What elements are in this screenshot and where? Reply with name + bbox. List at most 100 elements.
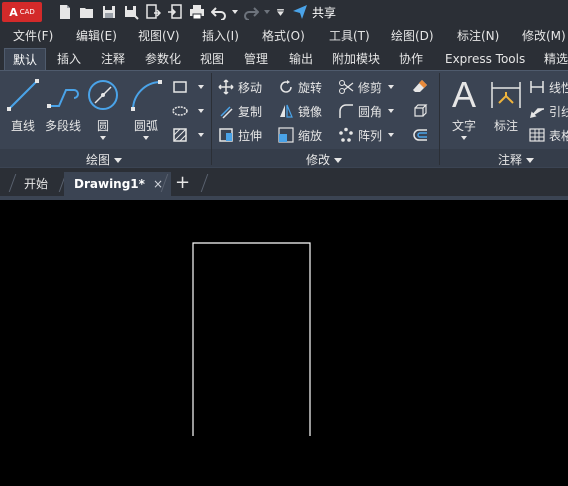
modify-panel-title[interactable]: 修改 <box>306 151 343 168</box>
annotation-panel-title[interactable]: 注释 <box>498 151 535 168</box>
table-icon <box>529 128 545 142</box>
draw-panel-title[interactable]: 绘图 <box>86 151 123 168</box>
rotate-icon <box>280 80 292 93</box>
menu-edit[interactable]: 编辑(E) <box>76 27 117 44</box>
logo-letter: A <box>9 5 18 19</box>
line-label: 直线 <box>10 119 35 133</box>
arc-dropdown-icon[interactable] <box>143 136 149 140</box>
tab-output[interactable]: 输出 <box>281 48 321 70</box>
save-icon[interactable] <box>98 2 120 22</box>
logo-sub: CAD <box>19 8 35 16</box>
drawing-canvas[interactable] <box>0 200 568 486</box>
tab-featured[interactable]: 精选 <box>536 48 568 70</box>
menu-draw[interactable]: 绘图(D) <box>391 27 434 44</box>
drawn-polyline[interactable] <box>192 242 311 436</box>
share-button[interactable]: 共享 <box>292 4 336 21</box>
app-logo[interactable]: A CAD <box>2 2 42 22</box>
leader-icon <box>529 108 544 119</box>
text-label: 文字 <box>451 119 476 133</box>
linear-dimension-tool[interactable]: 线性 <box>529 77 568 97</box>
copy-icon <box>220 106 233 119</box>
tab-collaborate[interactable]: 协作 <box>391 48 431 70</box>
arc-icon <box>131 80 162 111</box>
ribbon-panel: 直线 多段线 圆 圆弧 绘图 移动 复制 拉伸 旋转 镜像 缩放 修剪 圆角 阵… <box>0 70 568 168</box>
array-tool[interactable]: 阵列 <box>338 125 395 145</box>
menu-file[interactable]: 文件(F) <box>13 27 53 44</box>
line-icon <box>7 79 39 111</box>
rectangle-tool[interactable] <box>172 77 204 97</box>
drawing-svg <box>192 242 311 436</box>
fillet-tool[interactable]: 圆角 <box>338 101 395 121</box>
menu-dimension[interactable]: 标注(N) <box>457 27 499 44</box>
text-a-icon: A <box>451 74 476 115</box>
tab-divider <box>200 174 209 192</box>
move-icon <box>218 79 234 95</box>
linear-dimension-icon <box>530 81 544 93</box>
drawing-tab[interactable]: Drawing1* × <box>64 172 171 196</box>
tab-parametric[interactable]: 参数化 <box>137 48 189 70</box>
export-icon[interactable] <box>142 2 164 22</box>
dimension-icon <box>491 82 521 108</box>
polyline-label: 多段线 <box>44 119 81 133</box>
arc-label: 圆弧 <box>133 119 158 133</box>
stretch-icon <box>219 128 233 142</box>
import-icon[interactable] <box>164 2 186 22</box>
copy-tool[interactable]: 复制 <box>218 101 262 121</box>
offset-icon <box>413 129 427 141</box>
tab-insert[interactable]: 插入 <box>49 48 89 70</box>
menu-modify[interactable]: 修改(M) <box>522 27 566 44</box>
start-tab[interactable]: 开始 <box>24 172 48 196</box>
circle-dropdown-icon[interactable] <box>100 136 106 140</box>
tab-default[interactable]: 默认 <box>4 48 47 70</box>
mirror-tool[interactable]: 镜像 <box>278 101 322 121</box>
hatch-tool[interactable] <box>172 125 204 145</box>
table-tool[interactable]: 表格 <box>529 125 568 145</box>
cube-icon <box>414 104 428 117</box>
menu-view[interactable]: 视图(V) <box>138 27 180 44</box>
menu-tools[interactable]: 工具(T) <box>329 27 370 44</box>
erase-tool[interactable] <box>412 77 432 97</box>
panel-separator <box>211 73 212 165</box>
rotate-tool[interactable]: 旋转 <box>278 77 322 97</box>
undo-icon[interactable] <box>208 2 230 22</box>
ellipse-tool[interactable] <box>172 101 204 121</box>
offset-tool[interactable] <box>412 125 432 145</box>
tab-manage[interactable]: 管理 <box>236 48 276 70</box>
menu-format[interactable]: 格式(O) <box>262 27 305 44</box>
rectangle-icon <box>173 81 187 93</box>
move-tool[interactable]: 移动 <box>218 77 262 97</box>
text-tool[interactable]: A 文字 <box>445 77 483 140</box>
redo-dropdown-icon[interactable] <box>262 2 272 22</box>
line-tool[interactable]: 直线 <box>4 77 42 134</box>
polyline-icon <box>47 89 79 108</box>
trim-tool[interactable]: 修剪 <box>338 77 395 97</box>
ellipse-icon <box>172 106 188 116</box>
dimension-tool[interactable]: 标注 <box>487 77 525 134</box>
polyline-tool[interactable]: 多段线 <box>42 77 84 134</box>
leader-tool[interactable]: 引线 <box>529 101 568 121</box>
scale-icon <box>278 127 294 143</box>
scale-tool[interactable]: 缩放 <box>278 125 322 145</box>
text-dropdown-icon[interactable] <box>461 136 467 140</box>
quick-access-toolbar: A CAD 共享 <box>0 0 568 24</box>
tab-express-tools[interactable]: Express Tools <box>437 48 533 70</box>
tab-annotate[interactable]: 注释 <box>93 48 133 70</box>
new-tab-button[interactable]: + <box>175 172 190 194</box>
file-tabs: 开始 Drawing1* × + <box>0 168 568 196</box>
undo-dropdown-icon[interactable] <box>230 2 240 22</box>
customize-icon[interactable] <box>272 2 288 22</box>
circle-label: 圆 <box>96 119 109 133</box>
new-icon[interactable] <box>54 2 76 22</box>
share-label: 共享 <box>312 5 337 20</box>
tab-view[interactable]: 视图 <box>192 48 232 70</box>
circle-tool[interactable]: 圆 <box>84 77 122 140</box>
tab-addins[interactable]: 附加模块 <box>324 48 388 70</box>
explode-tool[interactable] <box>412 101 432 121</box>
menu-insert[interactable]: 插入(I) <box>202 27 239 44</box>
open-icon[interactable] <box>76 2 98 22</box>
save-as-icon[interactable] <box>120 2 142 22</box>
print-icon[interactable] <box>186 2 208 22</box>
stretch-tool[interactable]: 拉伸 <box>218 125 262 145</box>
arc-tool[interactable]: 圆弧 <box>126 77 166 140</box>
redo-icon[interactable] <box>240 2 262 22</box>
